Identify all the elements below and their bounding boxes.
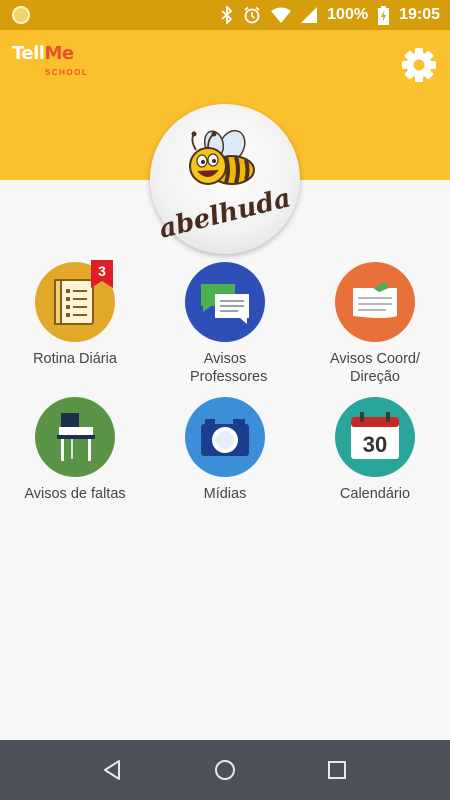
recents-button[interactable]: [323, 756, 351, 784]
home-button[interactable]: [211, 756, 239, 784]
settings-button[interactable]: [400, 46, 438, 84]
home-circle-icon: [215, 760, 235, 780]
menu-item-circle: [185, 397, 265, 477]
school-avatar: abelhuda: [150, 104, 300, 254]
logo-me: Me: [44, 43, 74, 64]
school-desk-icon: [57, 413, 95, 461]
back-triangle-icon: [104, 760, 120, 780]
battery-charging-icon: [378, 5, 390, 25]
avatar-school-name: abelhuda: [156, 183, 294, 245]
menu-item-label: Avisos Professores: [190, 351, 268, 385]
menu-item-label: Mídias: [203, 486, 247, 502]
menu-item-midias[interactable]: Mídias: [150, 397, 300, 503]
paper-note-icon: [353, 282, 397, 318]
menu-item-avisos-de-faltas[interactable]: Avisos de faltas: [0, 397, 150, 503]
menu-item-label: Avisos Coord/ Direção: [330, 351, 420, 385]
status-indicators: 100% 19:05: [221, 0, 440, 30]
camera-icon: [201, 419, 249, 456]
menu-item-circle: [185, 262, 265, 342]
signal-icon: [301, 7, 318, 23]
menu-item-calendario[interactable]: 30 Calendário: [300, 397, 450, 503]
back-button[interactable]: [99, 756, 127, 784]
logo-subtext: SCHOOL: [45, 68, 89, 77]
notification-icon: [12, 6, 30, 24]
alarm-icon: [244, 6, 260, 24]
calendar-icon: 30: [351, 412, 399, 459]
status-bar: 100% 19:05: [0, 0, 450, 30]
battery-percent: 100%: [327, 6, 369, 23]
gear-icon: [402, 48, 436, 82]
menu-item-circle: [35, 397, 115, 477]
bluetooth-icon: [221, 6, 233, 24]
menu-item-avisos-professores[interactable]: Avisos Professores: [150, 262, 300, 386]
menu-item-label: Calendário: [339, 486, 411, 502]
menu-item-circle: 30: [335, 397, 415, 477]
chat-bubbles-icon: [201, 284, 249, 324]
menu-item-circle: 3: [35, 260, 115, 342]
bee-logo: abelhuda: [156, 129, 294, 245]
app-logo: TellMe SCHOOL: [12, 44, 92, 86]
android-nav-bar: [0, 740, 450, 800]
calendar-day: 30: [363, 432, 387, 457]
menu-item-label: Rotina Diária: [33, 351, 117, 367]
menu-item-circle: [335, 262, 415, 342]
recents-square-icon: [328, 761, 346, 779]
wifi-icon: [271, 7, 292, 23]
badge-count: 3: [98, 263, 106, 279]
clock: 19:05: [399, 6, 440, 23]
menu-item-rotina-diaria[interactable]: 3 Rotina Diária: [0, 260, 150, 368]
menu-item-avisos-coord-direcao[interactable]: Avisos Coord/ Direção: [300, 262, 450, 386]
notification-badge: 3: [91, 260, 113, 288]
menu-item-label: Avisos de faltas: [24, 486, 126, 502]
logo-tell: Tell: [12, 43, 45, 64]
